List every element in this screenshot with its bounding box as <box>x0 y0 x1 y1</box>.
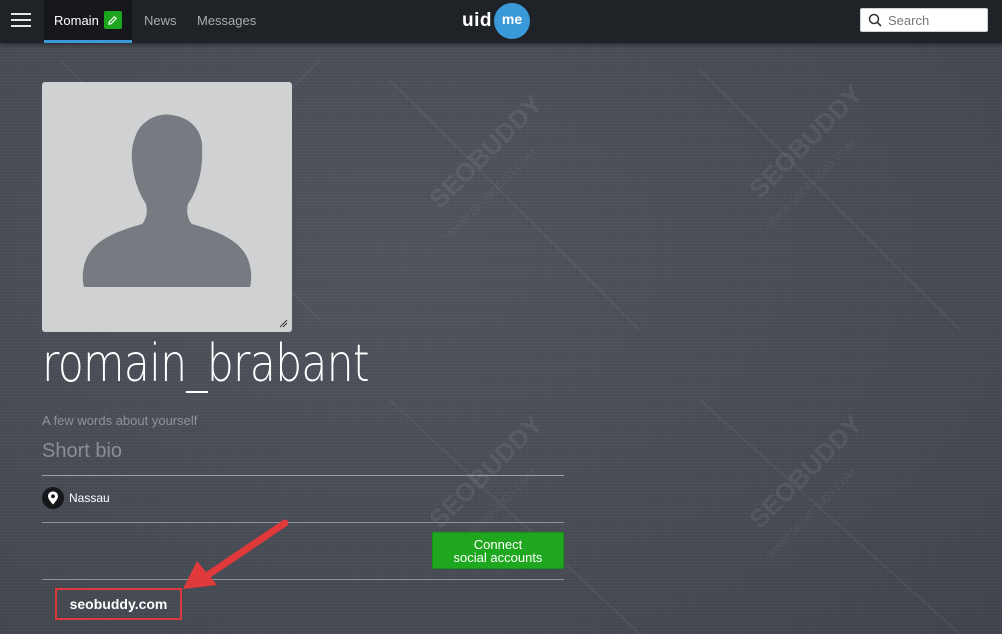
menu-icon[interactable] <box>11 12 31 28</box>
username-heading: romain_brabant <box>42 334 370 394</box>
watermark-text: WWW.SEOBUDDY.COM <box>764 137 859 232</box>
logo[interactable]: uid me <box>462 3 530 39</box>
bio-hint-label: A few words about yourself <box>42 413 198 428</box>
watermark-text: SEOBUDDY <box>423 89 548 214</box>
top-nav-bar: Romain News Messages uid me <box>0 0 1002 43</box>
location-pin-icon <box>42 487 64 509</box>
website-link[interactable]: seobuddy.com <box>55 588 182 620</box>
bio-field[interactable]: Short bio <box>42 438 564 476</box>
annotation-arrow <box>183 519 289 589</box>
connect-button-line1: Connect <box>473 536 523 552</box>
location-label: Nassau <box>69 491 110 505</box>
nav-link-messages[interactable]: Messages <box>197 13 256 28</box>
watermark-text: SEOBUDDY <box>743 409 868 534</box>
tab-profile-label: Romain <box>54 12 99 28</box>
location-row[interactable]: Nassau <box>42 487 110 509</box>
resize-handle-icon[interactable] <box>279 319 288 328</box>
search-icon <box>868 13 882 27</box>
search-box[interactable] <box>860 8 988 32</box>
avatar[interactable] <box>42 82 292 332</box>
connect-button-line2: social accounts <box>453 549 543 565</box>
watermark-text: WWW.SEOBUDDY.COM <box>444 147 539 242</box>
avatar-silhouette <box>82 114 252 287</box>
website-link-label: seobuddy.com <box>69 596 168 612</box>
logo-text: uid <box>462 10 492 31</box>
logo-badge: me <box>494 3 530 39</box>
search-input[interactable] <box>888 12 983 28</box>
connect-social-accounts-button[interactable]: Connect social accounts <box>432 532 564 569</box>
tab-profile[interactable]: Romain <box>44 0 132 43</box>
watermark-text: SEOBUDDY <box>743 79 868 204</box>
divider <box>42 522 564 523</box>
nav-link-news[interactable]: News <box>144 13 177 28</box>
watermark-text: WWW.SEOBUDDY.COM <box>764 467 859 562</box>
divider <box>42 579 564 580</box>
pencil-icon[interactable] <box>103 11 122 29</box>
